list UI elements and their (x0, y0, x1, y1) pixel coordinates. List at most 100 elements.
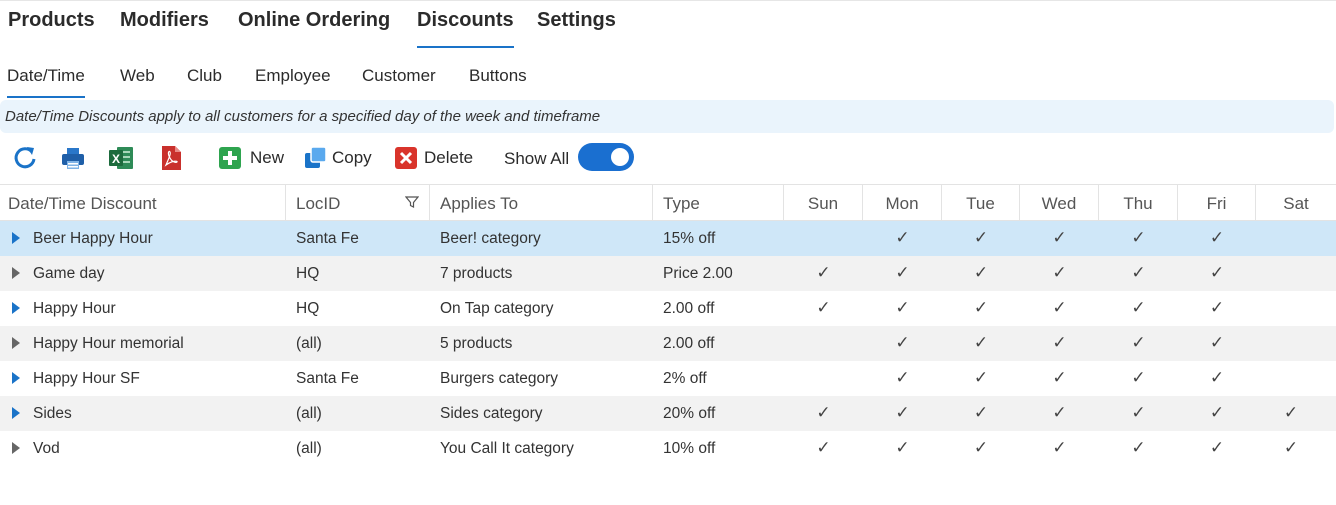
cell-locid: HQ (296, 265, 320, 282)
check-wed-icon: ✓ (1052, 438, 1067, 457)
col-header-sat[interactable]: Sat (1256, 185, 1336, 221)
check-tue-icon: ✓ (973, 438, 989, 457)
check-sat-icon (1256, 221, 1326, 256)
expand-arrow-icon[interactable] (12, 302, 20, 314)
check-thu-icon: ✓ (1131, 263, 1146, 282)
table-row[interactable]: Happy Hour memorial (all) 5 products 2.00 o… (0, 326, 1336, 361)
check-tue-icon: ✓ (973, 403, 989, 422)
check-fri-icon: ✓ (1209, 228, 1225, 247)
cell-type: 15% off (663, 230, 716, 247)
check-wed-icon: ✓ (1052, 298, 1067, 317)
expand-arrow-icon[interactable] (12, 442, 20, 454)
expand-arrow-icon[interactable] (12, 267, 20, 279)
subtab-employee[interactable]: Employee (255, 66, 331, 86)
check-sun-icon (784, 221, 863, 256)
sub-nav: Date/Time Web Club Employee Customer But… (0, 58, 1336, 98)
table-row[interactable]: Beer Happy Hour Santa Fe Beer! category 15%… (0, 221, 1336, 256)
subtab-buttons[interactable]: Buttons (469, 66, 527, 86)
svg-text:X: X (112, 152, 120, 166)
expand-arrow-icon[interactable] (12, 372, 20, 384)
refresh-button[interactable] (12, 142, 38, 174)
col-header-tue[interactable]: Tue (942, 185, 1020, 221)
check-sun-icon: ✓ (816, 403, 831, 422)
subtab-club[interactable]: Club (187, 66, 222, 86)
expand-arrow-icon[interactable] (12, 407, 20, 419)
table-row[interactable]: Vod (all) You Call It category 10% off ✓ ✓ ✓ ✓ ✓… (0, 431, 1336, 466)
cell-locid: (all) (296, 440, 322, 457)
cell-locid: (all) (296, 335, 322, 352)
tab-products[interactable]: Products (8, 9, 95, 32)
check-sat-icon: ✓ (1283, 438, 1299, 457)
printer-icon (60, 144, 86, 172)
info-banner: Date/Time Discounts apply to all custome… (0, 100, 1334, 133)
col-header-fri[interactable]: Fri (1178, 185, 1256, 221)
col-header-sun[interactable]: Sun (784, 185, 863, 221)
tab-online-ordering[interactable]: Online Ordering (238, 9, 390, 32)
col-header-applies-to[interactable]: Applies To (430, 185, 653, 221)
table-row[interactable]: Happy Hour HQ On Tap category 2.00 off ✓ ✓ ✓ ✓ ✓… (0, 291, 1336, 326)
check-sat-icon: ✓ (1283, 403, 1299, 422)
col-header-wed[interactable]: Wed (1020, 185, 1099, 221)
new-button[interactable]: New (218, 142, 284, 174)
pdf-icon (158, 144, 184, 172)
table-row[interactable]: Happy Hour SF Santa Fe Burgers category 2% … (0, 361, 1336, 396)
check-wed-icon: ✓ (1052, 263, 1067, 282)
col-header-thu[interactable]: Thu (1099, 185, 1178, 221)
cell-applies-to: Beer! category (440, 230, 541, 247)
cell-type: 10% off (663, 440, 716, 457)
top-nav: Products Modifiers Online Ordering Disco… (0, 0, 1336, 48)
cell-type: Price 2.00 (663, 265, 733, 282)
cell-locid: HQ (296, 300, 320, 317)
tab-settings[interactable]: Settings (537, 9, 616, 32)
cell-discount-name: Beer Happy Hour (33, 230, 153, 247)
col-header-type[interactable]: Type (653, 185, 784, 221)
export-excel-button[interactable]: X (108, 142, 134, 174)
col-header-mon[interactable]: Mon (863, 185, 942, 221)
table-row[interactable]: Game day HQ 7 products Price 2.00 ✓ ✓ ✓ ✓ ✓ ✓ (0, 256, 1336, 291)
delete-label: Delete (424, 148, 474, 167)
grid-header: Date/Time Discount LocID Applies To Type… (0, 184, 1336, 221)
cell-discount-name: Game day (33, 265, 105, 282)
top-border (0, 0, 1336, 1)
table-row[interactable]: Sides (all) Sides category 20% off ✓ ✓ ✓ ✓ ✓ ✓ ✓ (0, 396, 1336, 431)
check-fri-icon: ✓ (1209, 403, 1225, 422)
tab-modifiers[interactable]: Modifiers (120, 9, 209, 32)
check-tue-icon: ✓ (973, 298, 989, 317)
cell-type: 2.00 off (663, 335, 715, 352)
check-thu-icon: ✓ (1131, 438, 1146, 457)
cell-applies-to: You Call It category (440, 440, 574, 457)
check-tue-icon: ✓ (973, 333, 989, 352)
cell-applies-to: 5 products (440, 335, 513, 352)
check-mon-icon: ✓ (895, 438, 910, 457)
col-header-discount[interactable]: Date/Time Discount (0, 185, 286, 221)
col-header-locid-label: LocID (296, 194, 341, 213)
check-sun-icon: ✓ (816, 298, 831, 317)
check-thu-icon: ✓ (1131, 333, 1146, 352)
col-header-locid[interactable]: LocID (286, 185, 430, 221)
check-mon-icon: ✓ (895, 403, 910, 422)
cell-discount-name: Happy Hour memorial (33, 335, 184, 352)
filter-icon[interactable] (405, 195, 419, 209)
subtab-web[interactable]: Web (120, 66, 155, 86)
check-sun-icon (784, 361, 863, 396)
show-all-toggle[interactable] (578, 143, 634, 171)
excel-icon: X (108, 144, 134, 172)
tab-discounts[interactable]: Discounts (417, 9, 514, 48)
expand-arrow-icon[interactable] (12, 337, 20, 349)
show-all-label: Show All (504, 149, 570, 168)
subtab-date-time[interactable]: Date/Time (7, 66, 85, 98)
check-sat-icon (1256, 326, 1326, 361)
cell-discount-name: Happy Hour (33, 300, 116, 317)
subtab-customer[interactable]: Customer (362, 66, 436, 86)
check-mon-icon: ✓ (895, 333, 910, 352)
cell-discount-name: Sides (33, 405, 72, 422)
check-wed-icon: ✓ (1052, 368, 1067, 387)
export-pdf-button[interactable] (158, 142, 184, 174)
copy-button[interactable]: Copy (304, 142, 372, 174)
print-button[interactable] (60, 142, 86, 174)
expand-arrow-icon[interactable] (12, 232, 20, 244)
check-sun-icon: ✓ (816, 263, 831, 282)
check-tue-icon: ✓ (973, 263, 989, 282)
delete-button[interactable]: Delete (394, 142, 473, 174)
check-sun-icon: ✓ (816, 438, 831, 457)
